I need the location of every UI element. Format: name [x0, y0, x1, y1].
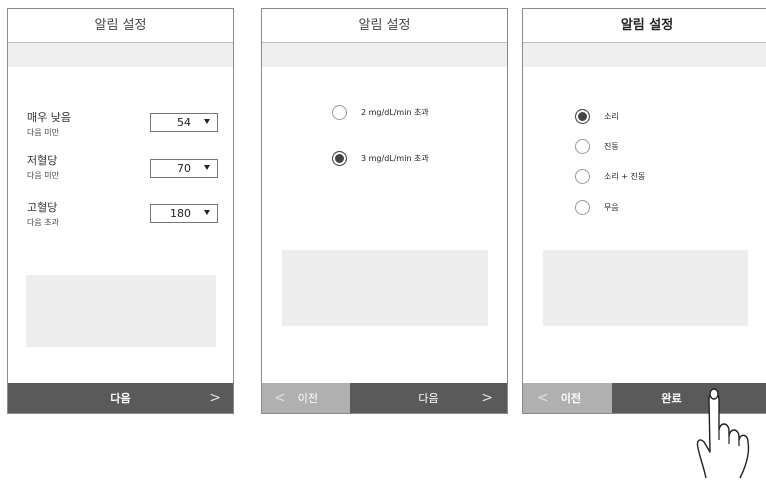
low-dropdown[interactable]: 70 — [150, 159, 218, 178]
threshold-row-low: 저혈당 다음 미만 — [27, 152, 59, 181]
threshold-label: 매우 낮음 — [27, 111, 71, 124]
sub-header-bar — [262, 43, 507, 67]
sound-option-sound-vibrate[interactable]: 소리 + 진동 — [575, 169, 645, 184]
sub-header-bar — [523, 43, 766, 67]
radio-button-selected[interactable] — [332, 151, 347, 166]
next-button[interactable]: 다음 > — [350, 383, 507, 413]
bottom-bar: < 이전 다음 > — [262, 383, 507, 413]
page-title: 알림 설정 — [262, 9, 507, 43]
radio-button[interactable] — [575, 200, 590, 215]
alarm-settings-screen-sound: 알림 설정 소리 진동 소리 + 진동 무음 < 이전 완료 — [522, 8, 766, 414]
prev-button[interactable]: < 이전 — [523, 383, 612, 413]
rate-option-label: 2 mg/dL/min 초과 — [361, 108, 429, 117]
chevron-left-icon: < — [274, 390, 286, 406]
sub-header-bar — [8, 43, 233, 67]
rate-option-3[interactable]: 3 mg/dL/min 초과 — [332, 151, 429, 166]
prev-button-label: 이전 — [560, 392, 581, 405]
triangle-down-icon — [204, 210, 210, 215]
dropdown-value: 70 — [177, 162, 191, 175]
done-button-label: 완료 — [661, 392, 682, 405]
bottom-bar: 다음 > — [8, 383, 233, 413]
threshold-label: 저혈당 — [27, 154, 58, 167]
triangle-down-icon — [204, 165, 210, 170]
threshold-sublabel: 다음 미만 — [27, 128, 59, 137]
sound-option-label: 소리 — [604, 112, 619, 121]
triangle-down-icon — [204, 119, 210, 124]
radio-button[interactable] — [575, 139, 590, 154]
threshold-sublabel: 다음 미만 — [27, 171, 59, 180]
chevron-right-icon: > — [481, 390, 493, 406]
prev-button[interactable]: < 이전 — [262, 383, 350, 413]
chevron-right-icon: > — [209, 390, 221, 406]
placeholder-panel — [26, 275, 216, 347]
next-button-label: 다음 — [110, 392, 131, 405]
alarm-settings-screen-thresholds: 알림 설정 매우 낮음 다음 미만 54 저혈당 다음 미만 70 고혈당 다음… — [7, 8, 234, 414]
threshold-row-high: 고혈당 다음 초과 — [27, 199, 59, 228]
placeholder-panel — [543, 250, 748, 326]
sound-option-label: 무음 — [604, 203, 619, 212]
alarm-settings-screen-rate: 알림 설정 2 mg/dL/min 초과 3 mg/dL/min 초과 < 이전… — [261, 8, 508, 414]
placeholder-panel — [282, 250, 488, 326]
dropdown-value: 180 — [170, 207, 191, 220]
page-title: 알림 설정 — [8, 9, 233, 43]
threshold-sublabel: 다음 초과 — [27, 218, 59, 227]
high-dropdown[interactable]: 180 — [150, 204, 218, 223]
page-title: 알림 설정 — [523, 9, 766, 43]
sound-option-vibrate[interactable]: 진동 — [575, 139, 619, 154]
sound-option-sound[interactable]: 소리 — [575, 109, 619, 124]
very-low-dropdown[interactable]: 54 — [150, 113, 218, 132]
sound-option-label: 진동 — [604, 142, 619, 151]
pointing-hand-icon — [696, 388, 750, 479]
next-button[interactable]: 다음 > — [8, 383, 233, 413]
radio-button-selected[interactable] — [575, 109, 590, 124]
dropdown-value: 54 — [177, 116, 191, 129]
threshold-row-very-low: 매우 낮음 다음 미만 — [27, 109, 71, 138]
threshold-label: 고혈당 — [27, 201, 58, 214]
rate-option-label: 3 mg/dL/min 초과 — [361, 154, 429, 163]
chevron-left-icon: < — [537, 390, 549, 406]
radio-button[interactable] — [332, 105, 347, 120]
sound-option-label: 소리 + 진동 — [604, 172, 646, 181]
sound-option-silent[interactable]: 무음 — [575, 200, 619, 215]
next-button-label: 다음 — [418, 392, 439, 405]
radio-button[interactable] — [575, 169, 590, 184]
prev-button-label: 이전 — [297, 392, 318, 405]
rate-option-2[interactable]: 2 mg/dL/min 초과 — [332, 105, 429, 120]
